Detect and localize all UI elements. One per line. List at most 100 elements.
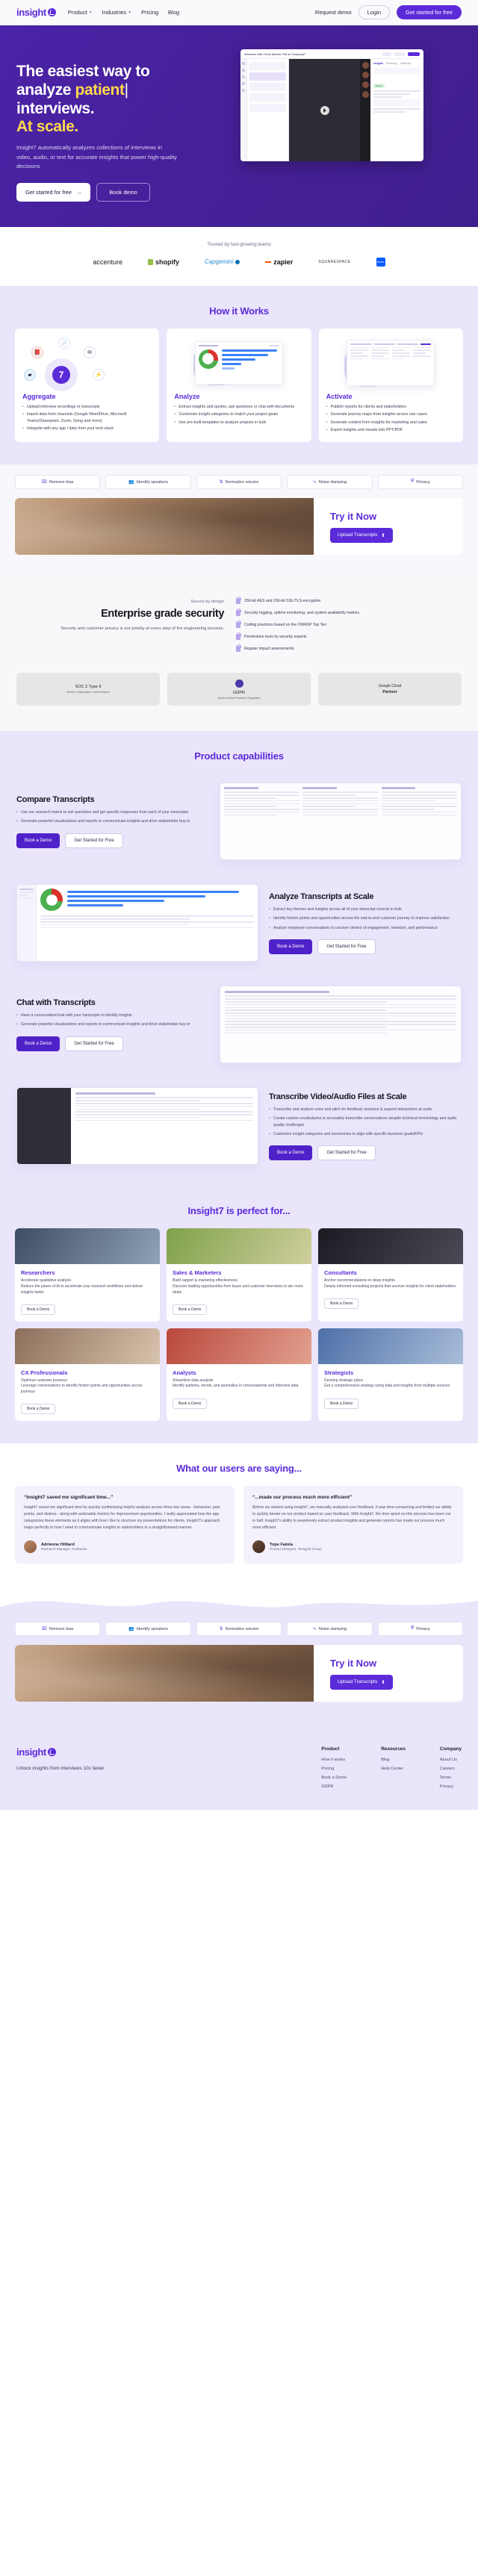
brand-logo-row: accenture shopify Capgemini zapier SQUAR… <box>0 257 478 267</box>
bullet: Import data from channels (Google Meet/D… <box>22 411 152 424</box>
integration-hub-icon: 📕 📄 ✉ ▰ ⚡ 7 <box>22 336 152 391</box>
testimonial-quote: “...made our process much more efficient… <box>252 1494 353 1500</box>
hero-app-screenshot: Interview with Chloe Martell, PM at Comp… <box>240 49 423 161</box>
nav-item-product[interactable]: Product ▼ <box>68 9 93 16</box>
nav-item-blog[interactable]: Blog <box>168 9 179 16</box>
persona-title: Sales & Marketers <box>173 1269 222 1277</box>
persona-card-analysts: Analysts Streamline data analysis Identi… <box>167 1328 311 1421</box>
sidebar-icon <box>242 75 245 78</box>
perfect-for-heading: Insight7 is perfect for... <box>187 1205 291 1217</box>
persona-book-demo-link[interactable]: Book a Demo <box>324 1398 359 1409</box>
chip-normalize-volume[interactable]: ⇅ Normalize volume <box>196 475 282 490</box>
testimonial-body: Before we started using Insight7, we man… <box>252 1505 452 1531</box>
persona-sub: Discover leading opportunities from buye… <box>173 1284 303 1295</box>
bullet: Create custom vocabularies to accurately… <box>269 1116 462 1129</box>
footer-logo[interactable]: insight <box>16 1746 240 1758</box>
try-it-card: Try it Now Upload Transcripts ⬆ <box>15 498 463 556</box>
nav-item-industries[interactable]: Industries ▼ <box>102 9 131 16</box>
hero-paragraph: Insight7 automatically analyzes collecti… <box>16 144 177 170</box>
badge-subtitle: Service Organization Control Report <box>66 691 110 694</box>
footer-link-help-center[interactable]: Help Center <box>381 1767 406 1771</box>
shield-icon: ⛨ <box>410 479 415 485</box>
chip-noise-damping[interactable]: ∿ Noise damping <box>287 475 373 490</box>
get-started-free-button[interactable]: Get Started for Free <box>317 1145 376 1161</box>
security-item: Security logging, uptime monitoring, and… <box>236 608 462 617</box>
footer-link-gdpr[interactable]: GDPR <box>321 1785 347 1789</box>
persona-book-demo-link[interactable]: Book a Demo <box>173 1304 208 1315</box>
chevron-down-icon: ▼ <box>88 10 93 15</box>
upload-transcripts-button[interactable]: Upload Transcripts ⬆ <box>330 1674 393 1690</box>
book-demo-button[interactable]: Book a Demo <box>269 1145 313 1161</box>
lock-icon <box>236 632 241 641</box>
footer-link-blog[interactable]: Blog <box>381 1758 406 1762</box>
insight7-mark-icon <box>47 1748 56 1757</box>
avatar <box>24 1540 37 1554</box>
chip-privacy[interactable]: ⛨ Privacy <box>377 1622 464 1637</box>
persona-desc: Accelerate qualitative analysis <box>21 1278 71 1284</box>
persona-desc: Anchor recommendations on deep insights <box>324 1278 395 1284</box>
trusted-label: Trusted by fast-growing teams <box>207 241 271 247</box>
chip-privacy[interactable]: ⛨ Privacy <box>377 475 464 490</box>
footer-link-careers[interactable]: Careers <box>440 1767 462 1771</box>
capability-row-chat: Chat with Transcripts Have a conversatio… <box>0 977 478 1078</box>
book-demo-button[interactable]: Book a Demo <box>16 1036 60 1051</box>
footer-link-privacy[interactable]: Privacy <box>440 1785 462 1789</box>
footer-link-how-it-works[interactable]: How it works <box>321 1758 347 1762</box>
chip-normalize-volume[interactable]: ⇅ Normalize volume <box>196 1622 282 1637</box>
hero-book-demo-button[interactable]: Book demo <box>96 182 150 202</box>
nav-item-pricing[interactable]: Pricing <box>141 9 158 16</box>
footer-brand-block: insight Unlock insights from interviews … <box>16 1746 240 1793</box>
security-section: Secure by design Enterprise grade securi… <box>0 574 478 732</box>
bullet: Have a conversation/chat with your trans… <box>16 1012 209 1019</box>
get-started-free-button[interactable]: Get Started for Free <box>317 939 376 954</box>
chips-row: ⌧ Remove bias 👥 Identify speakers ⇅ Normali… <box>15 475 464 490</box>
footer-link-about-us[interactable]: About Us <box>440 1758 462 1762</box>
chip-remove-bias[interactable]: ⌧ Remove bias <box>15 475 101 490</box>
screenshot-insights-panel: Insights Summary Transcript Market <box>370 59 423 161</box>
insight-badge: Market <box>373 84 385 88</box>
upload-transcripts-button[interactable]: Upload Transcripts ⬆ <box>330 527 393 543</box>
testimonial-card: “...made our process much more efficient… <box>243 1485 463 1564</box>
chip-noise-damping[interactable]: ∿ Noise damping <box>287 1622 373 1637</box>
footer-link-pricing[interactable]: Pricing <box>321 1767 347 1771</box>
brand-loom: loom <box>376 257 385 267</box>
pdf-icon: 📕 <box>31 346 43 358</box>
persona-title: Consultants <box>324 1269 357 1277</box>
request-demo-link[interactable]: Request demo <box>315 9 352 16</box>
security-item: Regular impact assessments <box>236 644 462 653</box>
persona-book-demo-link[interactable]: Book a Demo <box>173 1398 208 1409</box>
persona-book-demo-link[interactable]: Book a Demo <box>324 1298 359 1310</box>
persona-book-demo-link[interactable]: Book a Demo <box>21 1403 56 1414</box>
logo[interactable]: insight <box>16 7 56 18</box>
book-demo-button[interactable]: Book a Demo <box>269 939 313 954</box>
get-started-button[interactable]: Get started for free <box>397 5 462 19</box>
hero-copy: The easiest way to analyze patient| inte… <box>16 46 233 202</box>
persona-cards-grid: Researchers Accelerate qualitative analy… <box>15 1228 463 1421</box>
security-item-label: Coding practices based on the OWASP Top … <box>244 623 326 628</box>
footer-link-terms[interactable]: Terms <box>440 1776 462 1780</box>
persona-photo <box>15 1328 160 1364</box>
brand-zapier: zapier <box>265 258 293 266</box>
footer-link-book-a-demo[interactable]: Book a Demo <box>321 1776 347 1780</box>
chip-identify-speakers[interactable]: 👥 Identify speakers <box>105 1622 191 1637</box>
nav-item-label: Industries <box>102 9 127 16</box>
wave-divider <box>0 1587 478 1618</box>
trusted-by-section: Trusted by fast-growing teams accenture … <box>0 226 478 286</box>
persona-book-demo-link[interactable]: Book a Demo <box>21 1304 56 1315</box>
list-item <box>249 62 286 70</box>
persona-sub: Reduce the power of AI to accelerate you… <box>21 1284 143 1295</box>
login-button[interactable]: Login <box>358 5 391 19</box>
get-started-free-button[interactable]: Get Started for Free <box>65 1036 123 1051</box>
chip-label: Remove bias <box>49 1626 74 1631</box>
hero-section: The easiest way to analyze patient| inte… <box>0 25 478 227</box>
testimonial-person: Adrienne Hilliard Research Manager, Fair… <box>24 1540 226 1554</box>
persona-photo <box>318 1228 463 1265</box>
chip-remove-bias[interactable]: ⌧ Remove bias <box>15 1622 101 1637</box>
zapier-bar-icon <box>265 261 272 263</box>
chip-identify-speakers[interactable]: 👥 Identify speakers <box>105 475 191 490</box>
get-started-free-button[interactable]: Get Started for Free <box>65 833 123 848</box>
book-demo-button[interactable]: Book a Demo <box>16 833 60 848</box>
security-eyebrow: Secure by design <box>190 600 224 605</box>
persona-card-researchers: Researchers Accelerate qualitative analy… <box>15 1228 160 1322</box>
hero-get-started-button[interactable]: Get started for free → <box>16 182 91 202</box>
